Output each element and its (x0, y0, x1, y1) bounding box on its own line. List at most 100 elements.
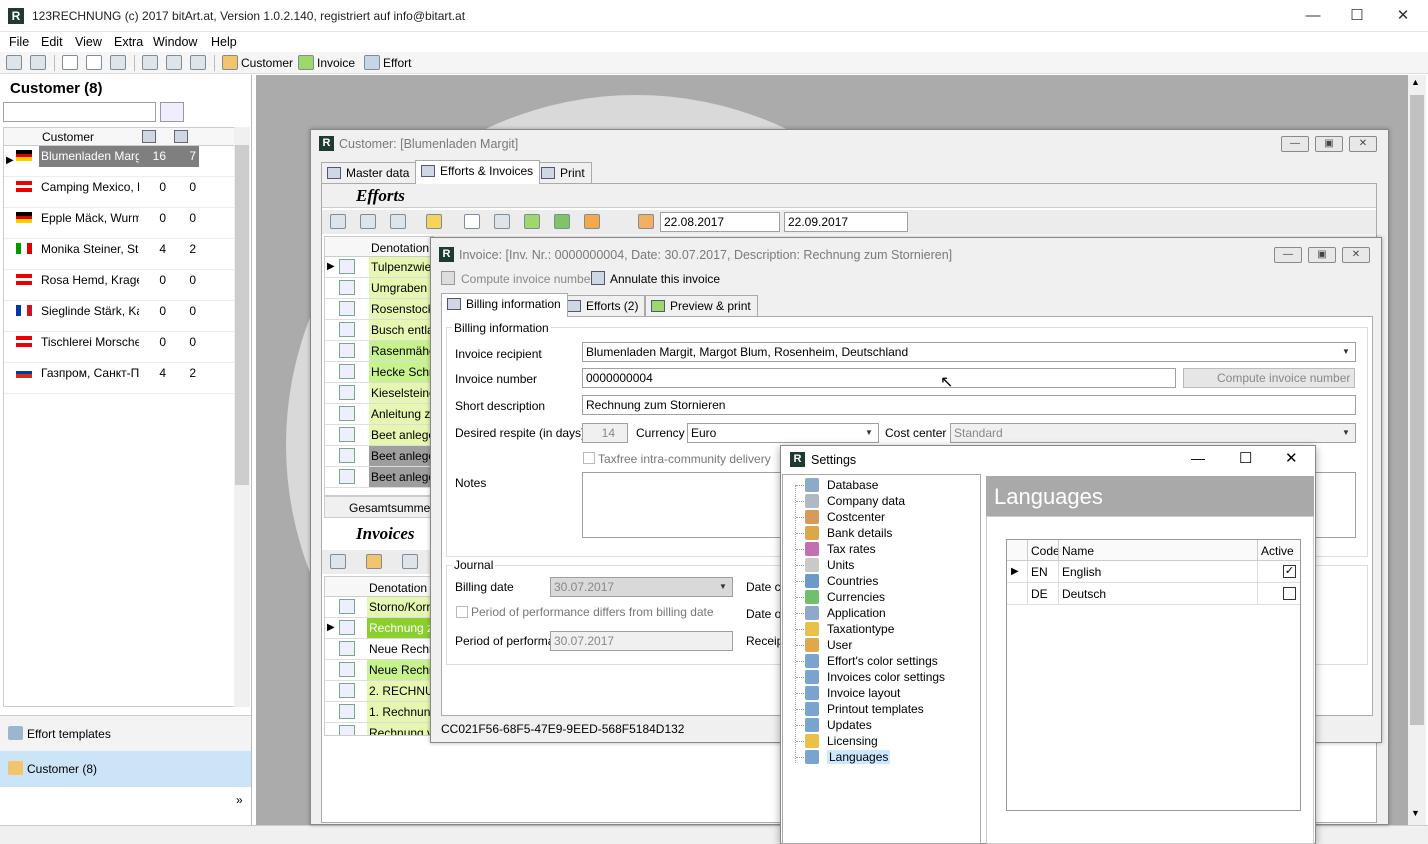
currency-select[interactable]: Euro ▼ (687, 423, 879, 443)
settings-tree-item[interactable]: Invoices color settings (796, 669, 945, 685)
effort-mail-icon[interactable] (494, 214, 510, 229)
toolbar-invoice-button[interactable]: Invoice (317, 56, 355, 70)
effort-row[interactable]: Busch entlau (325, 320, 433, 341)
tab-efforts-invoices[interactable]: Efforts & Invoices (415, 160, 541, 184)
customer-window-minimize-button[interactable]: — (1281, 136, 1309, 152)
maximize-button[interactable]: ☐ (1334, 0, 1380, 32)
invoice-window-minimize-button[interactable]: — (1274, 247, 1302, 263)
invoice-row[interactable]: 2. RECHNUN (325, 681, 433, 702)
tile-horizontal-icon[interactable] (166, 55, 182, 70)
settings-tree-item[interactable]: Effort's color settings (796, 653, 938, 669)
effort-new-doc-icon[interactable] (464, 214, 480, 229)
settings-tree-item[interactable]: User (796, 637, 852, 653)
invoice-number-field[interactable]: 0000000004 (582, 368, 1176, 388)
billing-date-field[interactable]: 30.07.2017 ▼ (550, 577, 733, 597)
efforts-count-icon[interactable] (142, 130, 156, 143)
invoices-count-icon[interactable] (174, 130, 188, 143)
settings-tree-item[interactable]: Invoice layout (796, 685, 900, 701)
invoice-row[interactable]: Neue Rechnu (325, 639, 433, 660)
customer-row[interactable]: Camping Mexico, Br 0 0 (4, 177, 234, 208)
date-from-field[interactable]: 22.08.2017 (660, 212, 780, 232)
effort-icon[interactable] (364, 55, 380, 70)
cost-center-select[interactable]: Standard ▼ (950, 423, 1356, 443)
minimize-button[interactable]: — (1290, 0, 1336, 32)
nav-effort-templates[interactable]: Effort templates (0, 715, 251, 751)
customer-search-input[interactable] (3, 102, 156, 122)
effort-row[interactable]: Beet anlege (325, 425, 433, 446)
customer-row[interactable]: ▶ Blumenladen Margit 16 7 (4, 146, 234, 177)
menu-window[interactable]: Window (153, 35, 197, 49)
customer-window-restore-button[interactable]: ▣ (1315, 136, 1343, 152)
customer-row[interactable]: Sieglinde Stärk, Kar 0 0 (4, 301, 234, 332)
nav-customer[interactable]: Customer (8) (0, 751, 251, 787)
effort-row[interactable]: Hecke Schne (325, 362, 433, 383)
effort-edit-icon[interactable] (360, 214, 376, 229)
effort-row[interactable]: Rasenmähen (325, 341, 433, 362)
short-description-field[interactable]: Rechnung zum Stornieren (582, 395, 1356, 415)
tab-print[interactable]: Print (535, 162, 592, 184)
settings-tree-item[interactable]: Licensing (796, 733, 878, 749)
menu-view[interactable]: View (75, 35, 102, 49)
settings-tree-item[interactable]: Application (796, 605, 886, 621)
effort-tools-icon[interactable] (584, 214, 600, 229)
customer-row[interactable]: Epple Mäck, Wurmd 0 0 (4, 208, 234, 239)
tab-billing-information[interactable]: Billing information (441, 293, 568, 317)
settings-tree-item[interactable]: Company data (796, 493, 905, 509)
effort-row[interactable]: Kieselsteine (325, 383, 433, 404)
compute-number-button[interactable]: Compute invoice number (1183, 368, 1355, 388)
save-icon[interactable] (6, 55, 22, 70)
settings-tree-item[interactable]: Currencies (796, 589, 885, 605)
layout-toggle-icon[interactable] (160, 102, 184, 122)
period-differs-checkbox[interactable] (456, 606, 468, 618)
period-field[interactable]: 30.07.2017 (550, 631, 733, 651)
settings-tree-item[interactable]: Database (796, 477, 878, 493)
customer-row[interactable]: Rosa Hemd, Kragen 0 0 (4, 270, 234, 301)
language-row[interactable]: DE Deutsch (1007, 583, 1300, 605)
customer-icon[interactable] (222, 55, 238, 70)
calendar-icon[interactable] (638, 214, 654, 229)
settings-tree-item[interactable]: Countries (796, 573, 878, 589)
effort-row[interactable]: Anleitung zu (325, 404, 433, 425)
col-customer[interactable]: Customer (42, 130, 94, 144)
effort-row[interactable]: ▶ Tulpenzwieb (325, 257, 433, 278)
invoice-row[interactable]: 1. Rechnung (325, 702, 433, 723)
invoice-delete-icon[interactable] (402, 554, 418, 569)
settings-tree-item[interactable]: Units (796, 557, 854, 573)
customer-row[interactable]: Monika Steiner, Stei 4 2 (4, 239, 234, 270)
toolbar-effort-button[interactable]: Effort (383, 56, 411, 70)
customer-grid-scrollbar[interactable] (234, 127, 250, 707)
language-row[interactable]: ▶ EN English ✓ (1007, 561, 1300, 583)
nav-expand-icon[interactable]: » (236, 793, 243, 807)
close-button[interactable]: ✕ (1380, 0, 1426, 32)
language-active-checkbox[interactable] (1283, 587, 1296, 600)
menu-file[interactable]: File (9, 35, 29, 49)
effort-wizard-icon[interactable] (426, 214, 442, 229)
save-all-icon[interactable] (30, 55, 46, 70)
effort-send-icon[interactable] (524, 214, 540, 229)
effort-row[interactable]: Rosenstock (325, 299, 433, 320)
settings-maximize-button[interactable]: ☐ (1239, 449, 1252, 467)
invoice-window-close-button[interactable]: ✕ (1342, 247, 1370, 263)
invoices-col-denotation[interactable]: Denotation (369, 581, 427, 595)
cascade-icon[interactable] (142, 55, 158, 70)
taxfree-checkbox[interactable] (583, 452, 595, 464)
settings-tree-item[interactable]: Costcenter (796, 509, 885, 525)
menu-edit[interactable]: Edit (41, 35, 63, 49)
lang-col-active[interactable]: Active (1261, 544, 1294, 558)
settings-minimize-button[interactable]: — (1191, 450, 1205, 466)
cut-icon[interactable] (62, 55, 78, 70)
tile-vertical-icon[interactable] (190, 55, 206, 70)
menu-extra[interactable]: Extra (114, 35, 143, 49)
effort-delete-icon[interactable] (390, 214, 406, 229)
copy-icon[interactable] (86, 55, 102, 70)
settings-tree-item[interactable]: Tax rates (796, 541, 876, 557)
invoice-icon[interactable] (298, 55, 314, 70)
invoice-add-icon[interactable] (330, 554, 346, 569)
efforts-col-denotation[interactable]: Denotation (371, 241, 429, 255)
invoice-edit-icon[interactable] (366, 554, 382, 569)
tab-preview-print[interactable]: Preview & print (645, 295, 758, 317)
workspace-vertical-scrollbar[interactable]: ▲ ▼ (1408, 75, 1426, 825)
effort-row[interactable]: Beet anlege (325, 467, 433, 488)
menu-help[interactable]: Help (211, 35, 237, 49)
compute-invoice-number-button[interactable]: Compute invoice number (461, 272, 594, 286)
